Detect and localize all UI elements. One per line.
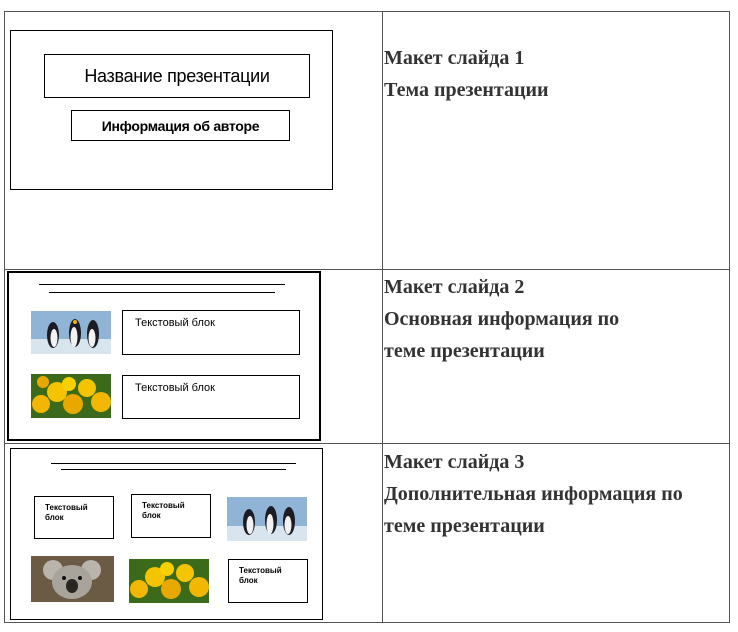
koala-icon <box>31 556 114 602</box>
koala-picture <box>31 556 114 602</box>
layout-purpose-cont: теме презентации <box>384 340 545 362</box>
penguins-picture <box>31 311 111 354</box>
author-info-box: Информация об авторе <box>71 110 290 141</box>
title-line <box>39 284 285 285</box>
text-block-line: Текстовый <box>45 503 88 512</box>
text-block: Текстовый блок <box>122 375 300 419</box>
text-block: Текстовый блок <box>228 559 308 603</box>
text-block: Текстовый блок <box>34 496 114 539</box>
table-border-right <box>729 11 730 623</box>
slide-layout-2: Текстовый блок Текстовый блок <box>7 271 321 441</box>
layout-name: Макет слайда 1 <box>384 47 525 69</box>
flowers-picture <box>31 374 111 418</box>
title-line <box>51 463 296 464</box>
flowers-icon <box>129 559 209 603</box>
text-block-line: Текстовый <box>239 566 282 575</box>
table-border-left <box>4 11 5 623</box>
table-border-bottom <box>4 622 730 623</box>
penguins-icon <box>227 497 307 541</box>
layout-name: Макет слайда 2 <box>384 276 525 298</box>
title-line <box>61 469 286 470</box>
layout-purpose-cont: теме презентации <box>384 515 545 537</box>
slide-layout-1: Название презентации Информация об автор… <box>10 30 333 190</box>
slide-layout-3: Текстовый блок Текстовый блок Текстовый … <box>10 448 323 620</box>
presentation-title-box: Название презентации <box>44 54 310 98</box>
table-border-top <box>4 11 730 12</box>
layout-purpose: Основная информация по <box>384 308 620 330</box>
penguins-picture <box>227 497 307 541</box>
text-block-line: блок <box>142 511 161 520</box>
text-block-line: блок <box>239 576 258 585</box>
layout-description-3: Макет слайда 3 Дополнительная информация… <box>384 446 683 542</box>
text-block: Текстовый блок <box>131 494 211 538</box>
flowers-icon <box>31 374 111 418</box>
text-block-line: блок <box>45 513 64 522</box>
title-line <box>49 292 275 293</box>
flowers-picture <box>129 559 209 603</box>
text-block: Текстовый блок <box>122 310 300 355</box>
row-divider-2 <box>4 443 730 444</box>
layout-description-2: Макет слайда 2 Основная информация по те… <box>384 271 619 367</box>
layout-name: Макет слайда 3 <box>384 451 525 473</box>
layout-purpose: Дополнительная информация по <box>384 483 683 505</box>
penguins-icon <box>31 311 111 354</box>
row-divider-1 <box>4 269 730 270</box>
layout-purpose: Тема презентации <box>384 79 549 101</box>
text-block-line: Текстовый <box>142 501 185 510</box>
column-divider <box>382 11 383 623</box>
layout-description-1: Макет слайда 1 Тема презентации <box>384 42 549 106</box>
